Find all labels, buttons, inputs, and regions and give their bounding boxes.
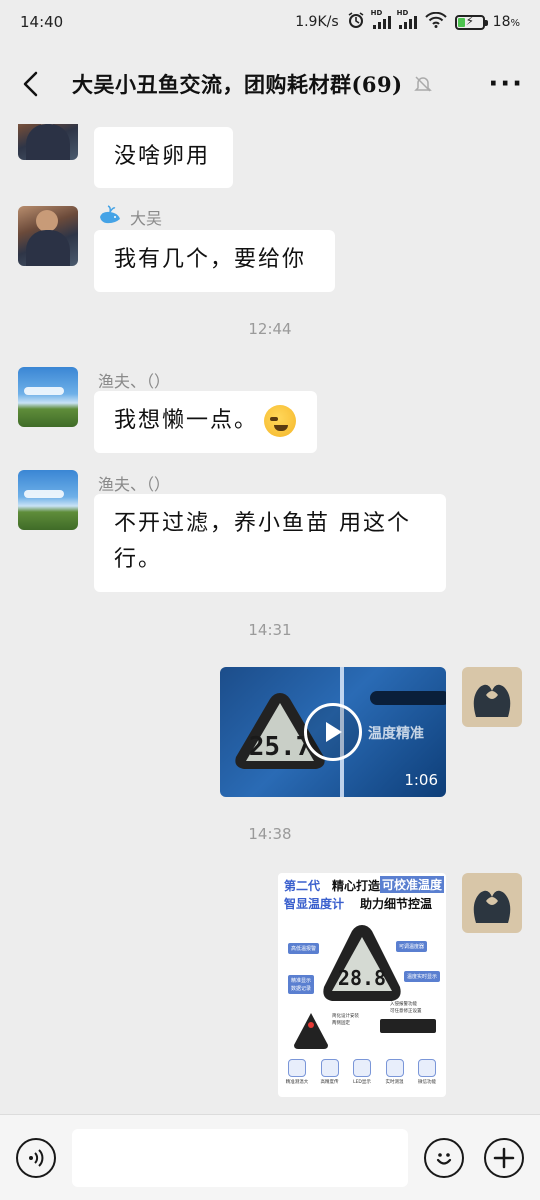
network-speed: 1.9K/s [295,14,339,30]
timestamp: 12:44 [248,320,292,338]
message-bubble[interactable]: 不开过滤，养小鱼苗 用这个 行。 [94,494,446,592]
feature-tag: 可调温度器 [396,941,428,952]
feature-note: 入侵报警功能 [390,1002,417,1007]
status-bar: 14:40 1.9K/s HD HD ⚡ 18% [0,0,540,44]
alarm-icon [347,11,365,33]
sender-name: 渔夫、（） [98,372,171,391]
decor-bar [370,691,446,705]
sender-name: 大吴 [98,205,162,229]
sensor-icon [320,1059,339,1077]
video-duration: 1:06 [404,771,438,789]
image-message[interactable]: 第二代 精心打造 可校准温度 智显温度计 助力细节控温 28.8 高低温报警 可… [278,873,446,1097]
feature-tag: 数据记录 [288,983,315,994]
emoji-icon[interactable] [424,1137,464,1178]
feature-tag: 温度实时显示 [404,971,441,982]
product-headline: 精心打造 [332,879,381,893]
message-bubble[interactable]: 没啥卵用 [94,127,233,188]
timestamp: 14:31 [248,621,292,639]
battery-percent: 18% [492,14,520,30]
feature-icon-item: LED显示 [349,1059,375,1085]
product-headline: 可校准温度 [380,876,445,893]
signal-sim2-icon: HD [397,9,417,29]
avatar-self[interactable] [462,667,522,727]
avatar-yufu[interactable] [18,367,78,427]
feature-note: 两侧固定 [332,1021,350,1026]
avatar-yufu[interactable] [18,470,78,530]
avatar-self[interactable] [462,873,522,933]
battery-icon: ⚡ [454,14,488,30]
status-time: 14:40 [20,13,64,31]
product-headline: 第二代 [284,879,321,893]
message-text: 行。 [114,547,163,572]
device-back-view [294,1013,328,1049]
laughing-crying-emoji-icon [264,405,297,437]
video-caption: 温度精准 [368,726,424,742]
message-input[interactable] [72,1128,408,1187]
avatar-dawu[interactable] [18,124,78,160]
wechat-icon [418,1059,436,1077]
message-text: 没啥卵用 [114,144,211,169]
message-bubble[interactable]: 我有几个，要给你 [94,230,335,292]
sender-name: 渔夫、（） [98,475,171,494]
whale-icon [98,205,122,229]
chat-header: 大吴小丑鱼交流，团购耗材群(69) ··· [0,44,540,124]
video-message[interactable]: 25.7 温度精准 1:06 [220,667,446,797]
feature-note: 可任意修正设置 [390,1009,422,1014]
message-list[interactable]: 没啥卵用 大吴 我有几个，要给你 12:44 渔夫、（） 我想懒一点。 渔夫、（… [0,124,540,1114]
feature-icon-item: 高精度传 [317,1059,343,1085]
feature-icon-item: 实时测温 [382,1059,408,1085]
thermometer-icon [288,1059,306,1077]
feature-icon-row: 精准测温大 高精度传 LED显示 实时测温 微信功能 [284,1059,440,1085]
device-bottom-view [380,1019,436,1033]
feature-icon-item: 微信功能 [414,1059,440,1085]
voice-icon[interactable] [16,1137,56,1178]
signal-sim1-icon: HD [371,9,391,29]
back-arrow-icon[interactable] [16,70,44,98]
status-icons: 1.9K/s HD HD ⚡ 18% [295,9,520,33]
svg-text:28.8: 28.8 [338,966,386,990]
thermometer-device: 28.8 [323,925,401,1001]
led-icon [353,1059,371,1077]
more-icon[interactable]: ··· [488,71,524,97]
mute-bell-icon [413,74,433,94]
play-icon[interactable] [304,703,362,761]
svg-text:25.7: 25.7 [249,732,312,762]
wifi-icon [424,11,447,32]
feature-tag: 高低温报警 [288,943,320,954]
realtime-icon [385,1059,404,1077]
message-text: 我想懒一点。 [114,408,259,433]
feature-icon-item: 精准测温大 [284,1059,310,1085]
product-headline: 助力细节控温 [360,897,433,911]
message-text: 我有几个，要给你 [114,247,307,272]
chat-title: 大吴小丑鱼交流，团购耗材群(69) [72,72,403,97]
plus-icon[interactable] [484,1137,524,1178]
product-headline: 智显温度计 [284,897,345,911]
message-bubble[interactable]: 我想懒一点。 [94,391,317,453]
timestamp: 14:38 [248,825,292,843]
message-text: 不开过滤，养小鱼苗 用这个 [114,511,411,536]
input-bar [0,1114,540,1200]
feature-note: 简化设计安装 [332,1014,359,1019]
avatar-dawu[interactable] [18,206,78,266]
